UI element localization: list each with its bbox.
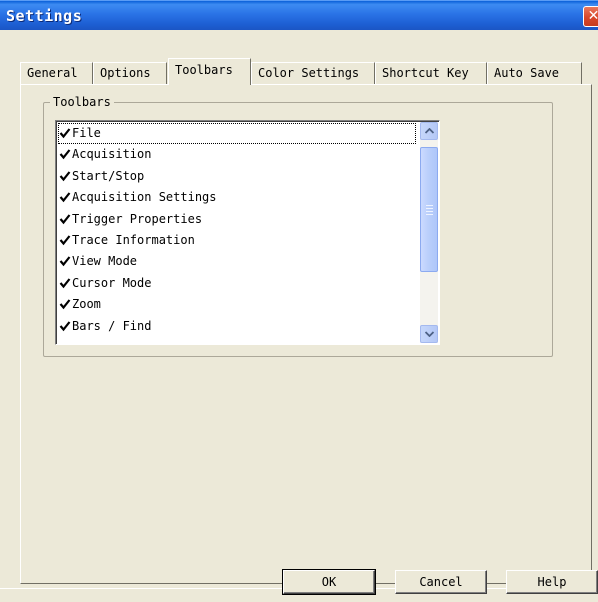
list-item-label: Start/Stop	[72, 168, 145, 183]
checkbox[interactable]	[59, 213, 71, 225]
list-item[interactable]: Bars / Find	[58, 316, 416, 337]
chevron-up-icon	[425, 128, 434, 134]
list-item-label: File	[72, 126, 101, 140]
scroll-thumb[interactable]	[420, 147, 438, 272]
checkbox[interactable]	[59, 255, 71, 267]
toolbars-checklist[interactable]: File Acquisition Start/Stop Acquisition Set…	[55, 120, 440, 345]
list-item[interactable]: Zoom	[58, 294, 416, 315]
tab-shortcut-key[interactable]: Shortcut Key	[375, 62, 487, 84]
checkmark-icon	[59, 278, 71, 288]
checklist-items: File Acquisition Start/Stop Acquisition Set…	[58, 123, 416, 337]
ok-button[interactable]: OK	[282, 569, 376, 595]
tab-label: Options	[100, 66, 151, 80]
checkbox[interactable]	[59, 148, 71, 160]
list-item[interactable]: Trace Information	[58, 230, 416, 251]
cancel-button[interactable]: Cancel	[395, 570, 487, 594]
checkmark-icon	[59, 320, 71, 331]
list-item[interactable]: Trigger Properties	[58, 209, 416, 230]
checkbox[interactable]	[59, 191, 71, 203]
list-item[interactable]: View Mode	[58, 251, 416, 272]
checkmark-icon	[59, 213, 71, 224]
list-item[interactable]: File	[58, 123, 416, 145]
scroll-up-button[interactable]	[420, 122, 438, 140]
checkbox[interactable]	[59, 298, 71, 310]
close-icon: ✕	[587, 8, 598, 24]
checkbox[interactable]	[59, 234, 71, 246]
tab-label: Shortcut Key	[382, 66, 469, 80]
checkmark-icon	[59, 149, 71, 160]
tab-color-settings[interactable]: Color Settings	[251, 62, 375, 84]
help-button[interactable]: Help	[506, 570, 598, 594]
tab-label: General	[27, 66, 78, 80]
list-item[interactable]: Start/Stop	[58, 166, 416, 187]
vertical-scrollbar[interactable]	[420, 122, 438, 343]
list-item[interactable]: Acquisition Settings	[58, 187, 416, 208]
tab-options[interactable]: Options	[93, 62, 167, 84]
tab-label: Color Settings	[258, 66, 360, 80]
close-button[interactable]: ✕	[583, 6, 598, 27]
list-item[interactable]: Acquisition	[58, 144, 416, 165]
scroll-down-button[interactable]	[420, 325, 438, 343]
tab-label: Toolbars	[175, 63, 233, 77]
list-item-label: View Mode	[72, 254, 138, 269]
tab-toolbars[interactable]: Toolbars	[168, 58, 251, 85]
tab-general[interactable]: General	[20, 62, 93, 84]
list-item-label: Acquisition Settings	[72, 190, 217, 205]
checkmark-icon	[59, 256, 71, 267]
window-title: Settings	[6, 7, 83, 25]
checkmark-icon	[59, 128, 71, 139]
list-item-label: Zoom	[72, 297, 101, 312]
chevron-down-icon	[425, 331, 434, 337]
tab-label: Auto Save	[494, 66, 560, 80]
checkbox[interactable]	[59, 320, 71, 332]
groupbox-label: Toolbars	[50, 95, 114, 109]
checkbox[interactable]	[59, 277, 71, 289]
checkmark-icon	[59, 235, 71, 246]
help-button-label: Help	[537, 575, 567, 589]
cancel-button-label: Cancel	[419, 575, 463, 589]
list-item-label: Acquisition	[72, 147, 152, 162]
list-item-label: Bars / Find	[72, 318, 152, 333]
list-item-label: Trigger Properties	[72, 211, 203, 226]
checkmark-icon	[59, 192, 71, 203]
checkbox[interactable]	[59, 170, 71, 182]
tab-auto-save[interactable]: Auto Save	[487, 62, 582, 84]
checkbox[interactable]	[59, 127, 71, 139]
ok-button-label: OK	[321, 575, 337, 589]
list-item-label: Trace Information	[72, 232, 195, 247]
list-item-label: Cursor Mode	[72, 275, 152, 290]
checkmark-icon	[59, 299, 71, 310]
list-item[interactable]: Cursor Mode	[58, 273, 416, 294]
title-bar[interactable]: Settings ✕	[0, 0, 598, 30]
checkmark-icon	[59, 171, 71, 182]
